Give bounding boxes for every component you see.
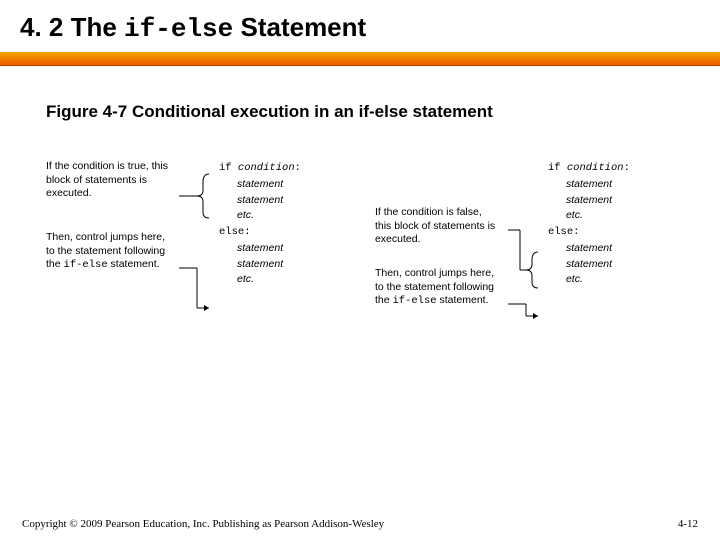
- code-stmt: statement: [219, 241, 301, 257]
- diagram-right: If the condition is false, this block of…: [375, 160, 630, 310]
- title-suffix: Statement: [233, 12, 366, 42]
- code-stmt: statement: [548, 177, 630, 193]
- page-number: 4-12: [678, 518, 698, 530]
- right-label-then: Then, control jumps here, to the stateme…: [375, 267, 500, 309]
- left-label-then: Then, control jumps here, to the stateme…: [46, 231, 171, 273]
- diagram-area: If the condition is true, this block of …: [46, 150, 674, 310]
- code-etc: etc.: [219, 272, 301, 288]
- left-connector: [179, 160, 211, 310]
- title-prefix: 4. 2 The: [20, 12, 124, 42]
- code-if-line: if condition:: [219, 160, 301, 177]
- bracket-icon: [508, 160, 542, 330]
- code-if-line: if condition:: [548, 160, 630, 177]
- code-stmt: statement: [219, 257, 301, 273]
- content-area: Figure 4-7 Conditional execution in an i…: [0, 66, 720, 310]
- right-label-false: If the condition is false, this block of…: [375, 206, 500, 247]
- left-code: if condition: statement statement etc. e…: [219, 160, 301, 288]
- code-stmt: statement: [219, 177, 301, 193]
- slide-header: 4. 2 The if-else Statement: [0, 0, 720, 52]
- footer: Copyright © 2009 Pearson Education, Inc.…: [22, 518, 698, 530]
- divider-gradient: [0, 52, 720, 66]
- bracket-icon: [179, 160, 213, 320]
- diagram-left: If the condition is true, this block of …: [46, 160, 301, 310]
- right-labels: If the condition is false, this block of…: [375, 160, 500, 309]
- title-code: if-else: [124, 14, 233, 44]
- code-else-line: else:: [219, 224, 301, 241]
- figure-caption: Figure 4-7 Conditional execution in an i…: [46, 102, 674, 122]
- left-label-true: If the condition is true, this block of …: [46, 160, 171, 201]
- copyright-text: Copyright © 2009 Pearson Education, Inc.…: [22, 518, 384, 530]
- page-title: 4. 2 The if-else Statement: [20, 12, 700, 44]
- left-labels: If the condition is true, this block of …: [46, 160, 171, 273]
- right-code: if condition: statement statement etc. e…: [548, 160, 630, 288]
- code-else-line: else:: [548, 224, 630, 241]
- code-stmt: statement: [548, 257, 630, 273]
- code-stmt: statement: [548, 241, 630, 257]
- code-etc: etc.: [219, 208, 301, 224]
- code-etc: etc.: [548, 272, 630, 288]
- code-stmt: statement: [548, 193, 630, 209]
- code-etc: etc.: [548, 208, 630, 224]
- right-connector: [508, 160, 540, 310]
- code-stmt: statement: [219, 193, 301, 209]
